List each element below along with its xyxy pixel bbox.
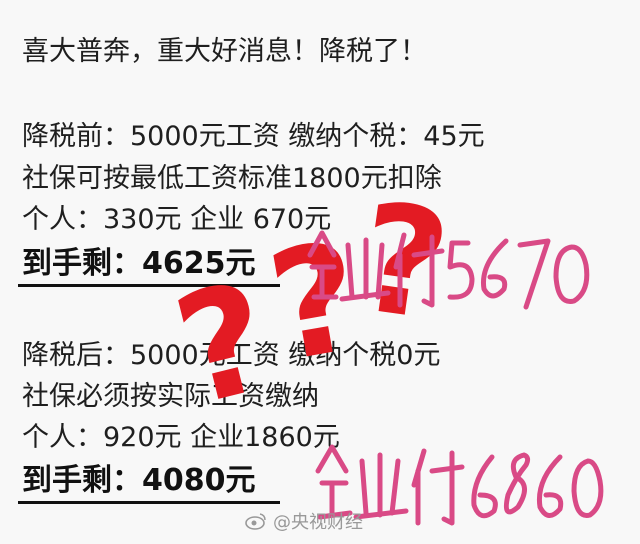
after-net-pay: 到手剩：4080元 — [22, 463, 256, 498]
watermark: @央视财经 — [245, 508, 363, 534]
watermark-text: @央视财经 — [273, 512, 363, 533]
after-net-underline — [18, 501, 280, 504]
headline: 喜大普奔，重大好消息！降税了！ — [22, 36, 427, 67]
question-mark-icon: ? — [348, 170, 459, 356]
before-tax-line: 降税前：5000元工资 缴纳个税：45元 — [22, 121, 485, 152]
after-contribution-line: 个人：920元 企业1860元 — [22, 422, 340, 453]
weibo-icon — [245, 513, 266, 530]
screenshot: 喜大普奔，重大好消息！降税了！ 降税前：5000元工资 缴纳个税：45元 社保可… — [0, 0, 640, 544]
